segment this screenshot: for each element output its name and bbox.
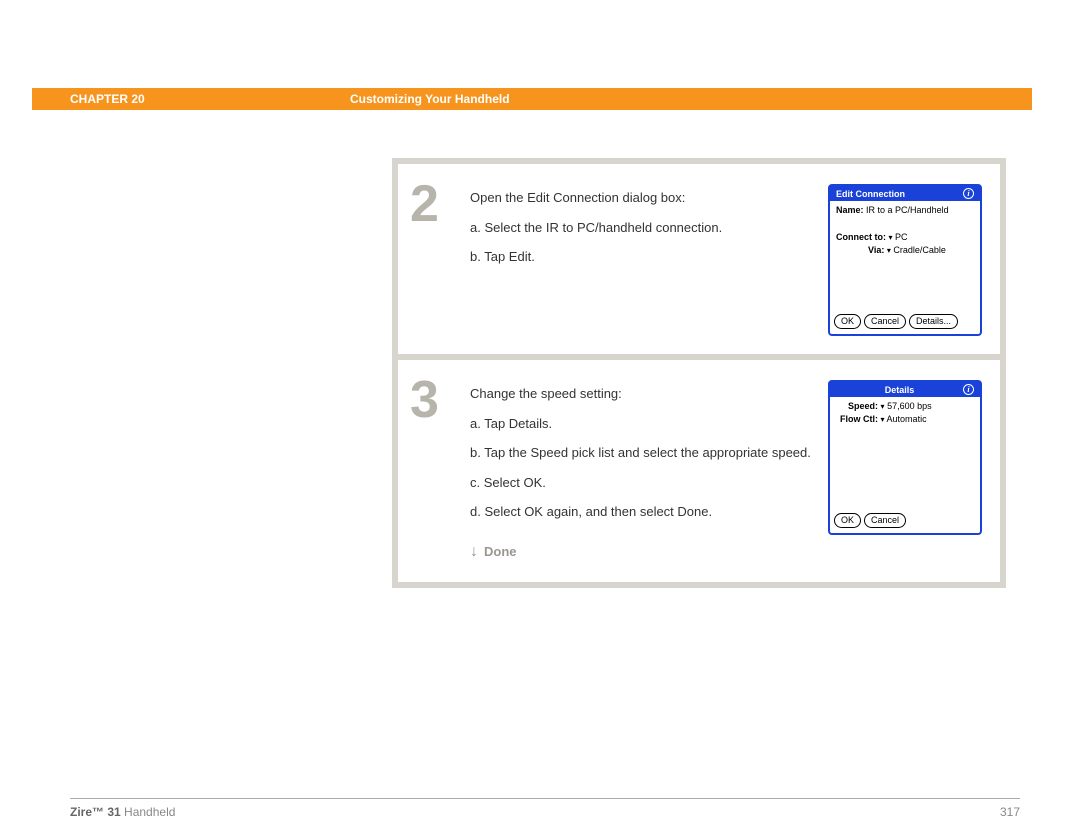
page-footer: Zire™ 31 Handheld 317 — [70, 798, 1020, 819]
step-block: 2 Open the Edit Connection dialog box: a… — [398, 164, 1000, 354]
connect-label: Connect to: — [836, 232, 886, 242]
step-item: b. Tap Edit. — [470, 247, 814, 267]
step-item: b. Tap the Speed pick list and select th… — [470, 443, 814, 463]
window-body: Speed: ▾ 57,600 bps Flow Ctl: ▾ Automati… — [830, 397, 980, 509]
details-window: Details i Speed: ▾ 57,600 bps Flow Ctl: … — [828, 380, 982, 535]
step-item: c. Select OK. — [470, 473, 814, 493]
product-name: Zire™ 31 Handheld — [70, 805, 175, 819]
chapter-header: CHAPTER 20 Customizing Your Handheld — [32, 88, 1032, 110]
product-bold: Zire™ 31 — [70, 805, 121, 819]
via-row: Via: ▾ Cradle/Cable — [836, 245, 974, 255]
flow-value: Automatic — [887, 414, 927, 424]
details-button[interactable]: Details... — [909, 314, 958, 329]
dropdown-icon: ▾ — [889, 233, 893, 242]
window-title: Details — [836, 385, 963, 395]
info-icon: i — [963, 384, 974, 395]
info-icon: i — [963, 188, 974, 199]
name-row: Name: IR to a PC/Handheld — [836, 205, 974, 215]
speed-value: 57,600 bps — [887, 401, 932, 411]
connect-value: PC — [895, 232, 908, 242]
edit-connection-window: Edit Connection i Name: IR to a PC/Handh… — [828, 184, 982, 336]
window-buttons: OK Cancel — [830, 509, 980, 533]
flow-row: Flow Ctl: ▾ Automatic — [836, 414, 974, 424]
name-label: Name: — [836, 205, 864, 215]
dropdown-icon: ▾ — [881, 402, 885, 411]
palm-screenshot: Edit Connection i Name: IR to a PC/Handh… — [828, 184, 982, 336]
ok-button[interactable]: OK — [834, 314, 861, 329]
step-intro: Change the speed setting: — [470, 384, 814, 404]
window-titlebar: Edit Connection i — [830, 186, 980, 201]
step-body: Open the Edit Connection dialog box: a. … — [470, 178, 828, 336]
connect-row: Connect to: ▾ PC — [836, 232, 974, 242]
step-block: 3 Change the speed setting: a. Tap Detai… — [398, 360, 1000, 582]
step-number: 2 — [410, 178, 470, 336]
cancel-button[interactable]: Cancel — [864, 314, 906, 329]
ok-button[interactable]: OK — [834, 513, 861, 528]
name-value: IR to a PC/Handheld — [866, 205, 949, 215]
step-item: a. Tap Details. — [470, 414, 814, 434]
step-body: Change the speed setting: a. Tap Details… — [470, 374, 828, 564]
step-intro: Open the Edit Connection dialog box: — [470, 188, 814, 208]
via-value: Cradle/Cable — [893, 245, 946, 255]
chapter-title: Customizing Your Handheld — [350, 92, 510, 106]
steps-panel: 2 Open the Edit Connection dialog box: a… — [392, 158, 1006, 588]
flow-label: Flow Ctl: — [840, 414, 878, 424]
done-label: Done — [484, 542, 517, 562]
done-indicator: ↓ Done — [470, 540, 814, 564]
via-label: Via: — [868, 245, 884, 255]
page-number: 317 — [1000, 805, 1020, 819]
step-item: a. Select the IR to PC/handheld connecti… — [470, 218, 814, 238]
step-number: 3 — [410, 374, 470, 564]
speed-row: Speed: ▾ 57,600 bps — [836, 401, 974, 411]
down-arrow-icon: ↓ — [470, 540, 478, 564]
chapter-number: CHAPTER 20 — [70, 92, 350, 106]
window-title: Edit Connection — [836, 189, 905, 199]
dropdown-icon: ▾ — [887, 246, 891, 255]
palm-screenshot: Details i Speed: ▾ 57,600 bps Flow Ctl: … — [828, 380, 982, 564]
cancel-button[interactable]: Cancel — [864, 513, 906, 528]
window-body: Name: IR to a PC/Handheld Connect to: ▾ … — [830, 201, 980, 310]
speed-label: Speed: — [848, 401, 878, 411]
dropdown-icon: ▾ — [881, 415, 885, 424]
product-rest: Handheld — [121, 805, 176, 819]
window-buttons: OK Cancel Details... — [830, 310, 980, 334]
step-item: d. Select OK again, and then select Done… — [470, 502, 814, 522]
window-titlebar: Details i — [830, 382, 980, 397]
